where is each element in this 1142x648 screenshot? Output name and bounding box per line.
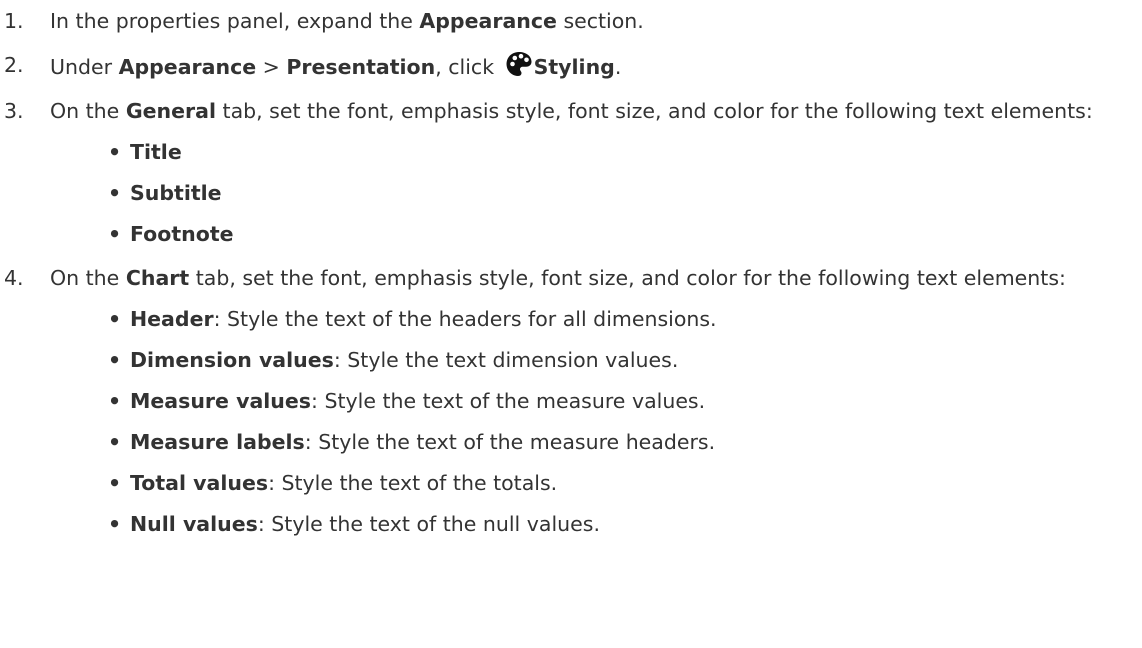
step-3: 3. On the General tab, set the font, emp… <box>0 96 1134 249</box>
item-text: : Style the text dimension values. <box>333 348 679 372</box>
item-bold: Measure labels <box>130 430 305 454</box>
list-item: Title <box>50 137 1134 167</box>
item-bold: Header <box>130 307 214 331</box>
list-item: Dimension values: Style the text dimensi… <box>50 345 1134 375</box>
steps-list: 1. In the properties panel, expand the A… <box>0 6 1134 539</box>
step-text: > <box>256 55 287 79</box>
item-bold: Subtitle <box>130 181 222 205</box>
step-2: 2. Under Appearance > Presentation, clic… <box>0 50 1134 82</box>
list-item: Header: Style the text of the headers fo… <box>50 304 1134 334</box>
step-bold: Appearance <box>118 55 257 79</box>
item-text: : Style the text of the null values. <box>257 512 600 536</box>
step-number: 1. <box>4 9 24 33</box>
step-1: 1. In the properties panel, expand the A… <box>0 6 1134 36</box>
item-bold: Footnote <box>130 222 234 246</box>
step-bold: Appearance <box>419 9 557 33</box>
step-text: On the <box>50 99 126 123</box>
step-bold: General <box>125 99 217 123</box>
list-item: Subtitle <box>50 178 1134 208</box>
step-number: 3. <box>4 99 24 123</box>
sub-list: Title Subtitle Footnote <box>50 137 1134 249</box>
step-bold: Chart <box>125 266 190 290</box>
item-text: : Style the text of the headers for all … <box>213 307 717 331</box>
item-bold: Dimension values <box>130 348 334 372</box>
step-text: In the properties panel, expand the <box>50 9 420 33</box>
item-bold: Title <box>130 140 182 164</box>
list-item: Measure labels: Style the text of the me… <box>50 427 1134 457</box>
sub-list: Header: Style the text of the headers fo… <box>50 304 1134 539</box>
step-text: tab, set the font, emphasis style, font … <box>189 266 1066 290</box>
step-text: section. <box>556 9 644 33</box>
list-item: Null values: Style the text of the null … <box>50 509 1134 539</box>
document: 1. In the properties panel, expand the A… <box>0 0 1142 648</box>
list-item: Measure values: Style the text of the me… <box>50 386 1134 416</box>
step-text: , click <box>435 55 501 79</box>
step-bold: Presentation <box>286 55 436 79</box>
item-bold: Null values <box>130 512 258 536</box>
palette-icon <box>505 50 533 78</box>
item-text: : Style the text of the totals. <box>268 471 558 495</box>
step-text: On the <box>50 266 126 290</box>
list-item: Total values: Style the text of the tota… <box>50 468 1134 498</box>
step-number: 2. <box>4 53 24 77</box>
step-text: . <box>614 55 622 79</box>
item-text: : Style the text of the measure values. <box>311 389 706 413</box>
step-number: 4. <box>4 266 24 290</box>
list-item: Footnote <box>50 219 1134 249</box>
step-4: 4. On the Chart tab, set the font, empha… <box>0 263 1134 539</box>
step-text: tab, set the font, emphasis style, font … <box>216 99 1093 123</box>
step-text: Under <box>50 55 119 79</box>
item-bold: Total values <box>130 471 269 495</box>
item-text: : Style the text of the measure headers. <box>304 430 716 454</box>
item-bold: Measure values <box>130 389 312 413</box>
step-bold: Styling <box>533 55 615 79</box>
